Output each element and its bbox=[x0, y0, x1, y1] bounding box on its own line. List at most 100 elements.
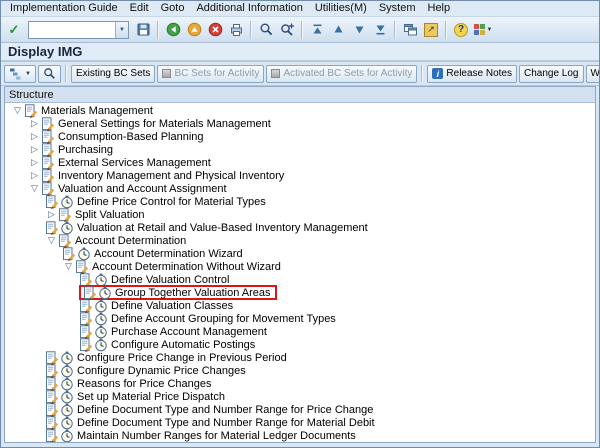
save-button[interactable] bbox=[133, 20, 153, 40]
exit-button[interactable] bbox=[184, 20, 204, 40]
img-documentation-icon[interactable] bbox=[79, 338, 93, 352]
img-documentation-icon[interactable] bbox=[41, 117, 55, 131]
menu-edit[interactable]: Edit bbox=[124, 2, 155, 15]
img-activity-clock-icon[interactable] bbox=[94, 299, 108, 313]
first-page-button[interactable] bbox=[307, 20, 327, 40]
command-input[interactable] bbox=[29, 23, 115, 37]
tree-item-label[interactable]: Reasons for Price Changes bbox=[75, 378, 214, 390]
img-documentation-icon[interactable] bbox=[83, 286, 97, 300]
where-else-used-button[interactable]: Where Else Used bbox=[586, 65, 600, 83]
page-up-button[interactable] bbox=[328, 20, 348, 40]
img-documentation-icon[interactable] bbox=[62, 247, 76, 261]
img-activity-clock-icon[interactable] bbox=[60, 351, 74, 365]
tree-item-label[interactable]: Account Determination Without Wizard bbox=[90, 261, 283, 273]
img-documentation-icon[interactable] bbox=[41, 182, 55, 196]
tree-item-label[interactable]: Consumption-Based Planning bbox=[56, 131, 206, 143]
collapse-node-icon[interactable]: ▽ bbox=[62, 260, 75, 273]
tree-item-label[interactable]: Define Document Type and Number Range fo… bbox=[75, 404, 375, 416]
menu-system[interactable]: System bbox=[373, 2, 422, 15]
img-documentation-icon[interactable] bbox=[79, 312, 93, 326]
print-button[interactable] bbox=[226, 20, 246, 40]
img-activity-clock-icon[interactable] bbox=[60, 377, 74, 391]
last-page-button[interactable] bbox=[370, 20, 390, 40]
tree-item-label[interactable]: External Services Management bbox=[56, 157, 213, 169]
tree-item-label[interactable]: General Settings for Materials Managemen… bbox=[56, 118, 273, 130]
collapse-node-icon[interactable]: ▽ bbox=[28, 182, 41, 195]
tree-item-label[interactable]: Purchase Account Management bbox=[109, 326, 269, 338]
find-button[interactable] bbox=[256, 20, 276, 40]
img-documentation-icon[interactable] bbox=[41, 156, 55, 170]
tree-item-label[interactable]: Configure Automatic Postings bbox=[109, 339, 257, 351]
img-documentation-icon[interactable] bbox=[79, 299, 93, 313]
collapse-node-icon[interactable]: ▽ bbox=[45, 234, 58, 247]
tree-item-label[interactable]: Valuation and Account Assignment bbox=[56, 183, 229, 195]
img-activity-clock-icon[interactable] bbox=[60, 364, 74, 378]
img-activity-clock-icon[interactable] bbox=[60, 390, 74, 404]
tree-item-label[interactable]: Group Together Valuation Areas bbox=[113, 287, 273, 299]
bc-sets-for-activity-button[interactable]: BC Sets for Activity bbox=[157, 65, 264, 83]
img-activity-clock-icon[interactable] bbox=[94, 312, 108, 326]
tree-item-label[interactable]: Valuation at Retail and Value-Based Inve… bbox=[75, 222, 370, 234]
img-activity-clock-icon[interactable] bbox=[60, 195, 74, 209]
activated-bc-sets-for-activity-button[interactable]: Activated BC Sets for Activity bbox=[266, 65, 417, 83]
tree-item-label[interactable]: Materials Management bbox=[39, 105, 155, 117]
img-documentation-icon[interactable] bbox=[41, 169, 55, 183]
img-documentation-icon[interactable] bbox=[45, 403, 59, 417]
img-activity-clock-icon[interactable] bbox=[94, 338, 108, 352]
expand-node-icon[interactable]: ▷ bbox=[28, 156, 41, 169]
expand-node-icon[interactable]: ▷ bbox=[28, 143, 41, 156]
img-activity-clock-icon[interactable] bbox=[60, 221, 74, 235]
tree-item-label[interactable]: Define Valuation Classes bbox=[109, 300, 235, 312]
tree-item-label[interactable]: Define Account Grouping for Movement Typ… bbox=[109, 313, 338, 325]
img-documentation-icon[interactable] bbox=[45, 377, 59, 391]
tree-item-label[interactable]: Account Determination bbox=[73, 235, 188, 247]
tree-item-label[interactable]: Define Document Type and Number Range fo… bbox=[75, 417, 377, 429]
tree-item-label[interactable]: Define Price Control for Material Types bbox=[75, 196, 268, 208]
expand-node-icon[interactable]: ▷ bbox=[28, 130, 41, 143]
structure-menu-button[interactable]: ▼ bbox=[4, 65, 36, 83]
tree-item-label[interactable]: Configure Price Change in Previous Perio… bbox=[75, 352, 289, 364]
release-notes-button[interactable]: i Release Notes bbox=[427, 65, 517, 83]
img-activity-clock-icon[interactable] bbox=[60, 403, 74, 417]
tree-item-label[interactable]: Account Determination Wizard bbox=[92, 248, 245, 260]
find-next-button[interactable] bbox=[277, 20, 297, 40]
img-documentation-icon[interactable] bbox=[45, 364, 59, 378]
img-documentation-icon[interactable] bbox=[45, 416, 59, 430]
tree-item-label[interactable]: Split Valuation bbox=[73, 209, 147, 221]
img-activity-clock-icon[interactable] bbox=[60, 429, 74, 443]
img-documentation-icon[interactable] bbox=[45, 429, 59, 443]
existing-bc-sets-button[interactable]: Existing BC Sets bbox=[71, 65, 155, 83]
help-button[interactable]: ? bbox=[451, 20, 471, 40]
tree-item-label[interactable]: Inventory Management and Physical Invent… bbox=[56, 170, 286, 182]
tree-item-label[interactable]: Set up Material Price Dispatch bbox=[75, 391, 227, 403]
expand-node-icon[interactable]: ▷ bbox=[28, 169, 41, 182]
menu-help[interactable]: Help bbox=[422, 2, 457, 15]
img-documentation-icon[interactable] bbox=[58, 234, 72, 248]
menu-implementation-guide[interactable]: Implementation Guide bbox=[4, 2, 124, 15]
expand-node-icon[interactable]: ▷ bbox=[28, 117, 41, 130]
enter-button[interactable]: ✓ bbox=[4, 20, 24, 40]
img-activity-clock-icon[interactable] bbox=[98, 286, 112, 300]
new-session-button[interactable] bbox=[400, 20, 420, 40]
tree-item-label[interactable]: Purchasing bbox=[56, 144, 115, 156]
img-activity-clock-icon[interactable] bbox=[94, 325, 108, 339]
back-button[interactable] bbox=[163, 20, 183, 40]
page-down-button[interactable] bbox=[349, 20, 369, 40]
customize-layout-button[interactable]: ▼ bbox=[472, 20, 492, 40]
img-documentation-icon[interactable] bbox=[45, 221, 59, 235]
img-documentation-icon[interactable] bbox=[45, 351, 59, 365]
tree-item-label[interactable]: Maintain Number Ranges for Material Ledg… bbox=[75, 430, 358, 442]
img-documentation-icon[interactable] bbox=[45, 195, 59, 209]
img-documentation-icon[interactable] bbox=[41, 143, 55, 157]
find-button-app[interactable] bbox=[38, 65, 61, 83]
command-history-dropdown-icon[interactable]: ▼ bbox=[115, 22, 128, 38]
img-activity-clock-icon[interactable] bbox=[77, 247, 91, 261]
change-log-button[interactable]: Change Log bbox=[519, 65, 584, 83]
img-documentation-icon[interactable] bbox=[75, 260, 89, 274]
create-shortcut-button[interactable]: ↗ bbox=[421, 20, 441, 40]
img-documentation-icon[interactable] bbox=[58, 208, 72, 222]
img-documentation-icon[interactable] bbox=[45, 390, 59, 404]
img-activity-clock-icon[interactable] bbox=[60, 416, 74, 430]
tree-item-label[interactable]: Define Valuation Control bbox=[109, 274, 231, 286]
menu-utilities-m[interactable]: Utilities(M) bbox=[309, 2, 373, 15]
